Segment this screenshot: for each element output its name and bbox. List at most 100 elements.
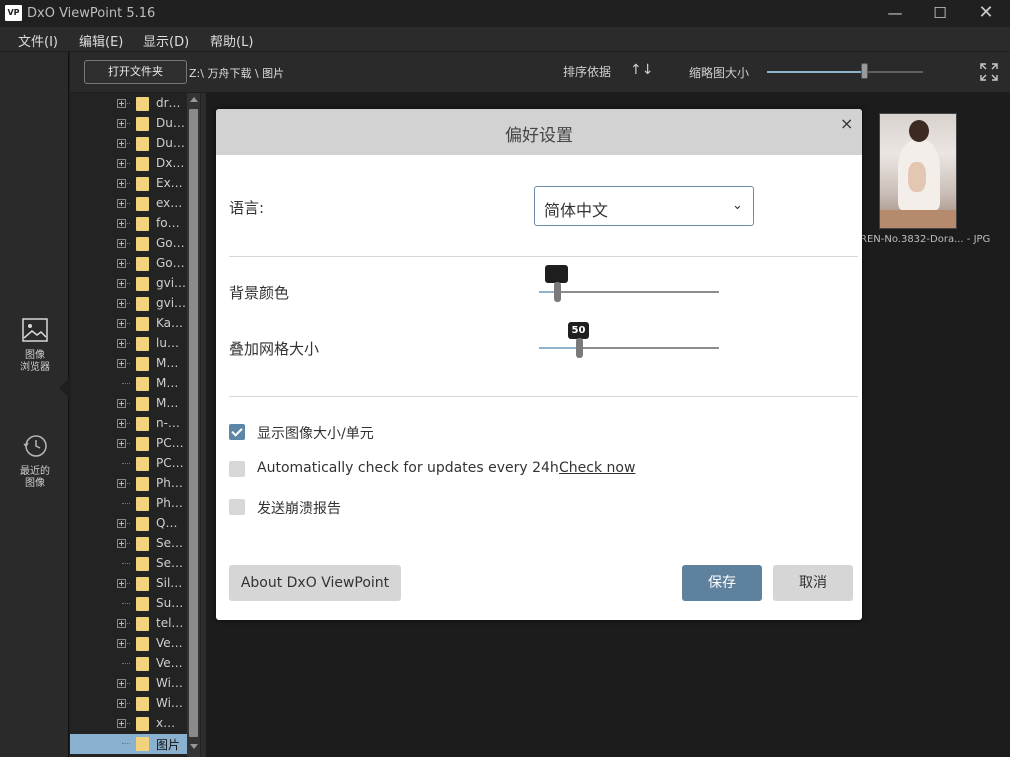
check-now-link[interactable]: Check now bbox=[559, 460, 635, 476]
tree-item[interactable]: M… bbox=[70, 394, 187, 414]
tree-item[interactable]: lu… bbox=[70, 334, 187, 354]
menu-help[interactable]: 帮助(L) bbox=[210, 31, 253, 50]
expand-icon[interactable] bbox=[117, 319, 126, 328]
tree-item[interactable]: n-… bbox=[70, 414, 187, 434]
expand-icon[interactable] bbox=[117, 579, 126, 588]
sort-label: 排序依据 bbox=[563, 65, 612, 79]
tree-item[interactable]: M… bbox=[70, 374, 187, 394]
expand-icon[interactable] bbox=[117, 719, 126, 728]
tree-item[interactable]: Du… bbox=[70, 134, 187, 154]
tree-item[interactable]: 图片 bbox=[70, 734, 187, 754]
expand-icon[interactable] bbox=[117, 199, 126, 208]
show-image-size-checkbox[interactable] bbox=[229, 424, 245, 440]
thumbnail-size-handle[interactable] bbox=[860, 63, 868, 79]
expand-icon[interactable] bbox=[117, 119, 126, 128]
expand-icon[interactable] bbox=[117, 679, 126, 688]
tree-item[interactable]: Ve… bbox=[70, 654, 187, 674]
maximize-button[interactable]: ☐ bbox=[917, 0, 963, 27]
auto-update-checkbox[interactable] bbox=[229, 461, 245, 477]
expand-icon[interactable] bbox=[117, 239, 126, 248]
tree-item[interactable]: fo… bbox=[70, 214, 187, 234]
scroll-down-icon[interactable] bbox=[190, 744, 198, 749]
expand-icon[interactable] bbox=[117, 339, 126, 348]
folder-icon bbox=[136, 457, 149, 471]
expand-icon[interactable] bbox=[117, 159, 126, 168]
tree-item[interactable]: Ve… bbox=[70, 634, 187, 654]
tree-item[interactable]: Ex… bbox=[70, 174, 187, 194]
tree-item[interactable]: tel… bbox=[70, 614, 187, 634]
nav-image-browser[interactable]: 图像 浏览器 bbox=[10, 316, 60, 374]
tree-item[interactable]: Se… bbox=[70, 554, 187, 574]
expand-icon[interactable] bbox=[117, 99, 126, 108]
tree-item[interactable]: x… bbox=[70, 714, 187, 734]
image-browser-icon bbox=[22, 318, 48, 342]
scroll-up-icon[interactable] bbox=[190, 97, 198, 102]
tree-item[interactable]: dr… bbox=[70, 94, 187, 114]
tree-item[interactable]: PC… bbox=[70, 434, 187, 454]
tree-item[interactable]: Wi… bbox=[70, 674, 187, 694]
expand-icon[interactable] bbox=[117, 439, 126, 448]
tree-item[interactable]: ex… bbox=[70, 194, 187, 214]
tree-item[interactable]: Go… bbox=[70, 234, 187, 254]
tree-item[interactable]: Wi… bbox=[70, 694, 187, 714]
close-icon[interactable]: × bbox=[840, 114, 853, 133]
image-thumbnail[interactable] bbox=[879, 113, 957, 229]
expand-icon[interactable] bbox=[117, 699, 126, 708]
send-crash-report-checkbox[interactable] bbox=[229, 499, 245, 515]
tree-item[interactable]: M… bbox=[70, 354, 187, 374]
expand-icon[interactable] bbox=[117, 539, 126, 548]
expand-icon[interactable] bbox=[117, 419, 126, 428]
expand-icon[interactable] bbox=[117, 619, 126, 628]
tree-item[interactable]: Ph… bbox=[70, 474, 187, 494]
expand-icon[interactable] bbox=[117, 399, 126, 408]
nav-recent-images[interactable]: 最近的 图像 bbox=[10, 432, 60, 490]
tree-item[interactable]: Ph… bbox=[70, 494, 187, 514]
scroll-thumb[interactable] bbox=[189, 109, 198, 737]
close-window-button[interactable]: ✕ bbox=[963, 0, 1009, 27]
tree-item[interactable]: Sil… bbox=[70, 574, 187, 594]
tree-item-label: Go… bbox=[156, 256, 185, 270]
tree-item-label: ex… bbox=[156, 196, 183, 210]
folder-icon bbox=[136, 677, 149, 691]
expand-icon[interactable] bbox=[117, 639, 126, 648]
minimize-button[interactable]: — bbox=[872, 0, 918, 27]
app-logo: VP bbox=[5, 5, 22, 21]
tree-item[interactable]: Se… bbox=[70, 534, 187, 554]
fullscreen-icon[interactable] bbox=[980, 63, 998, 81]
grid-size-slider[interactable] bbox=[539, 338, 719, 358]
expand-icon[interactable] bbox=[117, 359, 126, 368]
expand-icon[interactable] bbox=[117, 299, 126, 308]
tree-item[interactable]: Ka… bbox=[70, 314, 187, 334]
tree-item[interactable]: Q… bbox=[70, 514, 187, 534]
expand-icon[interactable] bbox=[117, 179, 126, 188]
sort-icon[interactable]: ↑↓ bbox=[630, 62, 653, 78]
thumbnail-size-slider[interactable] bbox=[767, 71, 923, 73]
tree-item[interactable]: Dx… bbox=[70, 154, 187, 174]
tree-item[interactable]: PC… bbox=[70, 454, 187, 474]
expand-icon[interactable] bbox=[117, 219, 126, 228]
grid-size-handle[interactable] bbox=[575, 338, 583, 358]
expand-icon[interactable] bbox=[117, 259, 126, 268]
tree-item[interactable]: gvi… bbox=[70, 274, 187, 294]
cancel-button[interactable]: 取消 bbox=[773, 565, 853, 601]
save-button[interactable]: 保存 bbox=[682, 565, 762, 601]
tree-scrollbar[interactable] bbox=[187, 93, 200, 757]
expand-icon[interactable] bbox=[117, 519, 126, 528]
menu-view[interactable]: 显示(D) bbox=[143, 31, 189, 50]
language-select[interactable]: 简体中文 ⌄ bbox=[534, 186, 754, 226]
about-button[interactable]: About DxO ViewPoint bbox=[229, 565, 401, 601]
menu-edit[interactable]: 编辑(E) bbox=[79, 31, 123, 50]
expand-icon[interactable] bbox=[117, 279, 126, 288]
tree-item[interactable]: Du… bbox=[70, 114, 187, 134]
background-color-slider[interactable] bbox=[539, 282, 719, 302]
tree-item[interactable]: Su… bbox=[70, 594, 187, 614]
expand-icon[interactable] bbox=[117, 139, 126, 148]
divider bbox=[229, 256, 858, 257]
expand-icon[interactable] bbox=[117, 479, 126, 488]
tree-item[interactable]: Go… bbox=[70, 254, 187, 274]
folder-icon bbox=[136, 257, 149, 271]
menu-file[interactable]: 文件(I) bbox=[18, 31, 58, 50]
open-folder-button[interactable]: 打开文件夹 bbox=[84, 60, 187, 84]
tree-item[interactable]: gvi… bbox=[70, 294, 187, 314]
background-color-handle[interactable] bbox=[554, 282, 561, 302]
